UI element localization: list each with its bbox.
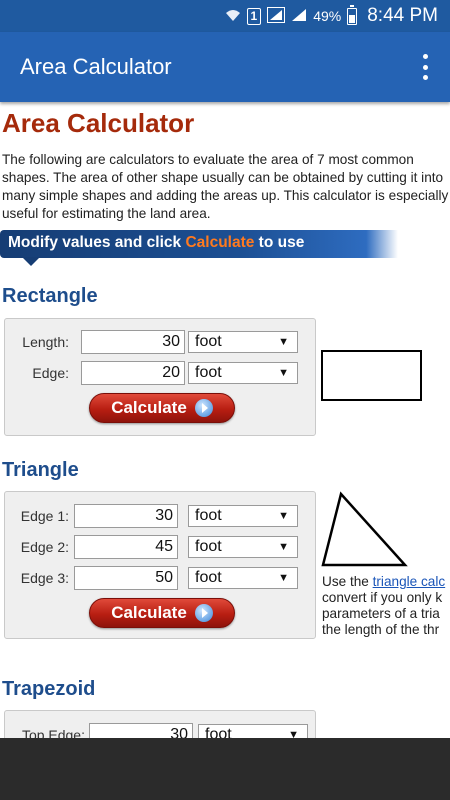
instruction-banner: Modify values and click Calculate to use: [0, 230, 398, 258]
banner-pointer: [22, 257, 40, 266]
play-icon: [194, 399, 213, 417]
edge-input[interactable]: 20: [81, 361, 185, 385]
banner-text: Modify values and click Calculate to use: [8, 234, 305, 251]
rectangle-title: Rectangle: [2, 285, 98, 307]
chevron-down-icon: ▼: [278, 336, 289, 348]
overflow-menu-icon[interactable]: [422, 54, 428, 80]
trapezoid-calculator: Top Edge: 30 foot ▼: [4, 710, 316, 738]
edge2-label: Edge 2:: [20, 539, 69, 555]
edge3-label: Edge 3:: [20, 570, 69, 586]
sim-badge: 1: [246, 7, 262, 25]
rectangle-calculator: Length: 30 foot ▼ Edge: 20 foot ▼ Calculat…: [4, 318, 316, 436]
rectangle-diagram: [321, 350, 422, 401]
top-edge-unit-select[interactable]: foot ▼: [198, 724, 308, 738]
chevron-down-icon: ▼: [288, 729, 299, 738]
length-label: Length:: [22, 334, 69, 350]
rectangle-calculate-button[interactable]: Calculate: [89, 393, 235, 423]
chevron-down-icon: ▼: [278, 541, 289, 553]
edge2-unit-select[interactable]: foot ▼: [188, 536, 298, 558]
edge-label: Edge:: [32, 365, 69, 381]
battery-icon: [347, 4, 358, 25]
signal-icon: [267, 7, 286, 25]
page-title: Area Calculator: [2, 108, 195, 138]
edge1-input[interactable]: 30: [74, 504, 178, 528]
edge3-input[interactable]: 50: [74, 566, 178, 590]
edge1-unit-select[interactable]: foot ▼: [188, 505, 298, 527]
triangle-diagram: [321, 491, 408, 567]
triangle-note: Use the triangle calc convert if you onl…: [322, 574, 446, 637]
top-edge-label: Top Edge:: [21, 727, 85, 738]
play-icon: [194, 604, 213, 622]
triangle-calculator: Edge 1: 30 foot ▼ Edge 2: 45 foot ▼ Edge 3…: [4, 491, 316, 639]
trapezoid-title: Trapezoid: [2, 678, 96, 700]
app-title: Area Calculator: [20, 54, 172, 79]
triangle-calculate-button[interactable]: Calculate: [89, 598, 235, 628]
length-input[interactable]: 30: [81, 330, 185, 354]
length-unit-select[interactable]: foot ▼: [188, 331, 298, 353]
navigation-bar: [0, 738, 450, 800]
intro-text: The following are calculators to evaluat…: [2, 152, 449, 221]
wifi-icon: [225, 8, 241, 24]
edge-unit-select[interactable]: foot ▼: [188, 362, 298, 384]
signal-icon-2: [291, 8, 307, 24]
chevron-down-icon: ▼: [278, 510, 289, 522]
edge2-input[interactable]: 45: [74, 535, 178, 559]
status-bar: 1 49% 8:44 PM: [0, 0, 450, 32]
chevron-down-icon: ▼: [278, 572, 289, 584]
clock: 8:44 PM: [367, 5, 438, 26]
chevron-down-icon: ▼: [278, 367, 289, 379]
triangle-title: Triangle: [2, 459, 79, 481]
top-edge-input[interactable]: 30: [89, 723, 193, 738]
edge3-unit-select[interactable]: foot ▼: [188, 567, 298, 589]
triangle-calc-link[interactable]: triangle calc: [373, 574, 446, 589]
edge1-label: Edge 1:: [20, 508, 69, 524]
banner-highlight: Calculate: [185, 234, 255, 251]
battery-percent: 49%: [313, 8, 342, 24]
app-bar: Area Calculator: [0, 32, 450, 102]
page-content[interactable]: Area Calculator The following are calcul…: [0, 102, 450, 738]
